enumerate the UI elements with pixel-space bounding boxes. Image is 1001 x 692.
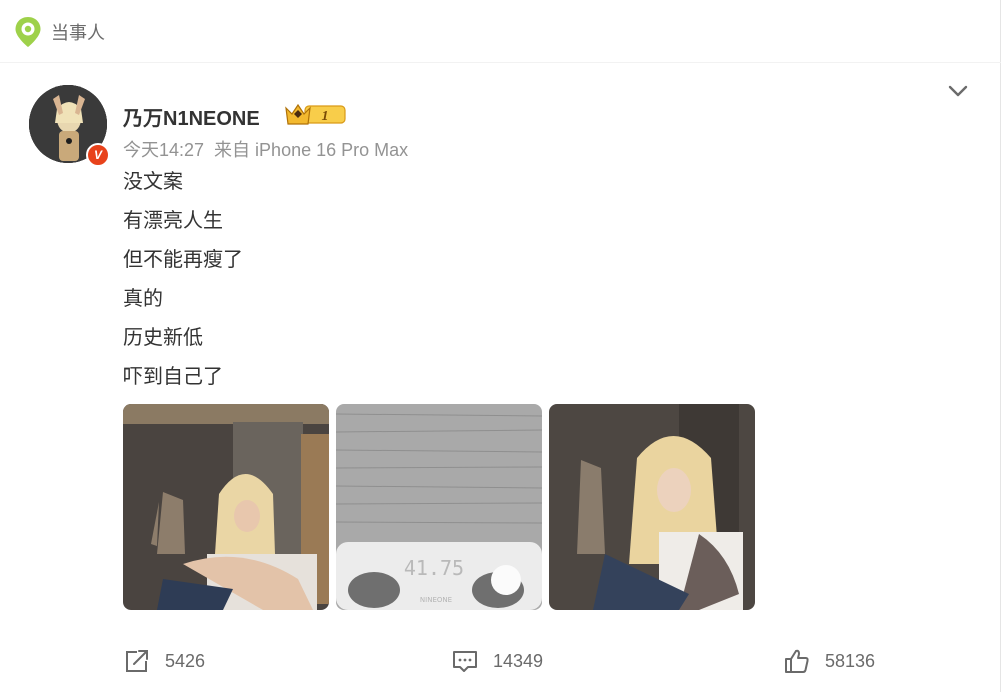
action-bar: 5426 14349 58136 — [0, 648, 1001, 678]
photo-grid: 41.75 NINEONE — [123, 404, 755, 610]
like-count: 58136 — [825, 650, 876, 671]
topic-header[interactable]: 当事人 — [14, 16, 105, 48]
avatar-container[interactable]: V — [29, 85, 110, 167]
post-source: 来自 iPhone 16 Pro Max — [214, 140, 409, 160]
post-time[interactable]: 今天14:27 — [123, 140, 204, 160]
repost-count: 5426 — [165, 650, 206, 671]
photo-2[interactable]: 41.75 NINEONE — [336, 404, 542, 610]
vip-crown-icon[interactable]: 1 — [285, 102, 347, 127]
post-line: 但不能再瘦了 — [123, 249, 243, 271]
comment-count: 14349 — [493, 650, 544, 671]
location-pin-icon — [15, 17, 41, 47]
topic-label: 当事人 — [51, 23, 105, 43]
username[interactable]: 乃万N1NEONE — [123, 102, 260, 131]
comment-button[interactable]: 14349 — [451, 648, 543, 674]
like-icon — [785, 649, 809, 673]
scale-reading: 41.75 — [404, 556, 464, 580]
photo-3[interactable] — [549, 404, 755, 610]
post-line: 吓到自己了 — [123, 366, 223, 388]
comment-icon — [453, 651, 477, 672]
post-text: 没文案 有漂亮人生 但不能再瘦了 真的 历史新低 吓到自己了 — [123, 168, 243, 402]
post-line: 有漂亮人生 — [123, 210, 223, 232]
repost-button[interactable]: 5426 — [123, 648, 205, 674]
header-divider — [0, 62, 1001, 63]
post-line: 历史新低 — [123, 327, 203, 349]
chevron-down-icon[interactable] — [946, 82, 970, 100]
vip-level: 1 — [322, 109, 329, 124]
photo-1[interactable] — [123, 404, 329, 610]
scale-brand: NINEONE — [420, 596, 452, 604]
post-meta: 今天14:27 来自 iPhone 16 Pro Max — [123, 136, 418, 162]
post-line: 真的 — [123, 288, 163, 310]
post-line: 没文案 — [123, 171, 183, 193]
repost-icon — [126, 650, 148, 672]
verified-badge: V — [86, 143, 110, 167]
like-button[interactable]: 58136 — [783, 648, 875, 674]
